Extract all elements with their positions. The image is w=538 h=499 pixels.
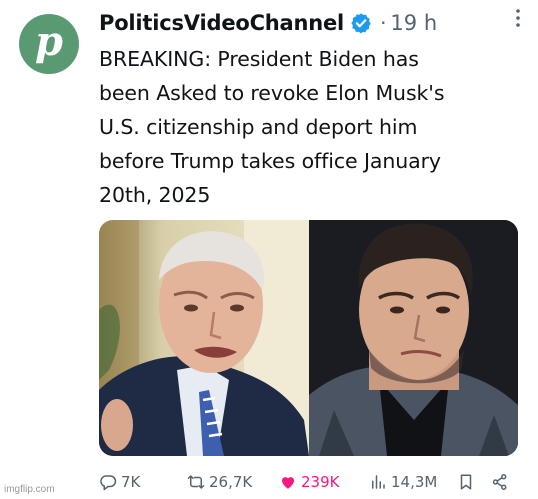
tweet-text: BREAKING: President Biden has been Asked…	[99, 47, 445, 207]
photo-left[interactable]	[99, 220, 309, 456]
reply-button[interactable]: 7K	[99, 470, 140, 494]
verified-badge-icon	[351, 13, 371, 34]
reply-icon	[100, 475, 117, 491]
header-separator: ·	[380, 11, 387, 35]
repost-icon	[187, 475, 205, 489]
tweet-timestamp[interactable]: 19 h	[390, 11, 437, 35]
author-avatar[interactable]: p	[19, 14, 79, 74]
like-button[interactable]: 239K	[279, 470, 339, 494]
views-count: 14,3M	[391, 473, 438, 491]
like-count: 239K	[301, 473, 340, 491]
reply-count: 7K	[121, 473, 141, 491]
musk-photo-image	[309, 220, 518, 456]
views-button[interactable]: 14,3M	[369, 470, 437, 494]
watermark: imgflip.com	[4, 484, 55, 495]
tweet-media[interactable]	[99, 220, 518, 456]
share-icon	[492, 474, 507, 490]
bookmark-button[interactable]	[457, 470, 479, 494]
repost-count: 26,7K	[209, 473, 253, 491]
more-options-icon[interactable]	[508, 8, 528, 28]
photo-right[interactable]	[309, 220, 518, 456]
tweet-header: PoliticsVideoChannel · 19 h	[99, 8, 529, 38]
bookmark-icon	[460, 474, 472, 490]
views-chart-icon	[372, 475, 385, 489]
author-name[interactable]: PoliticsVideoChannel	[99, 11, 344, 35]
avatar-letter: p	[35, 18, 63, 65]
heart-icon	[282, 477, 294, 489]
repost-button[interactable]: 26,7K	[187, 470, 252, 494]
share-button[interactable]	[491, 470, 513, 494]
biden-photo-image	[99, 220, 309, 456]
tweet-actions: 7K 26,7K 239K 14,3M	[99, 470, 519, 494]
